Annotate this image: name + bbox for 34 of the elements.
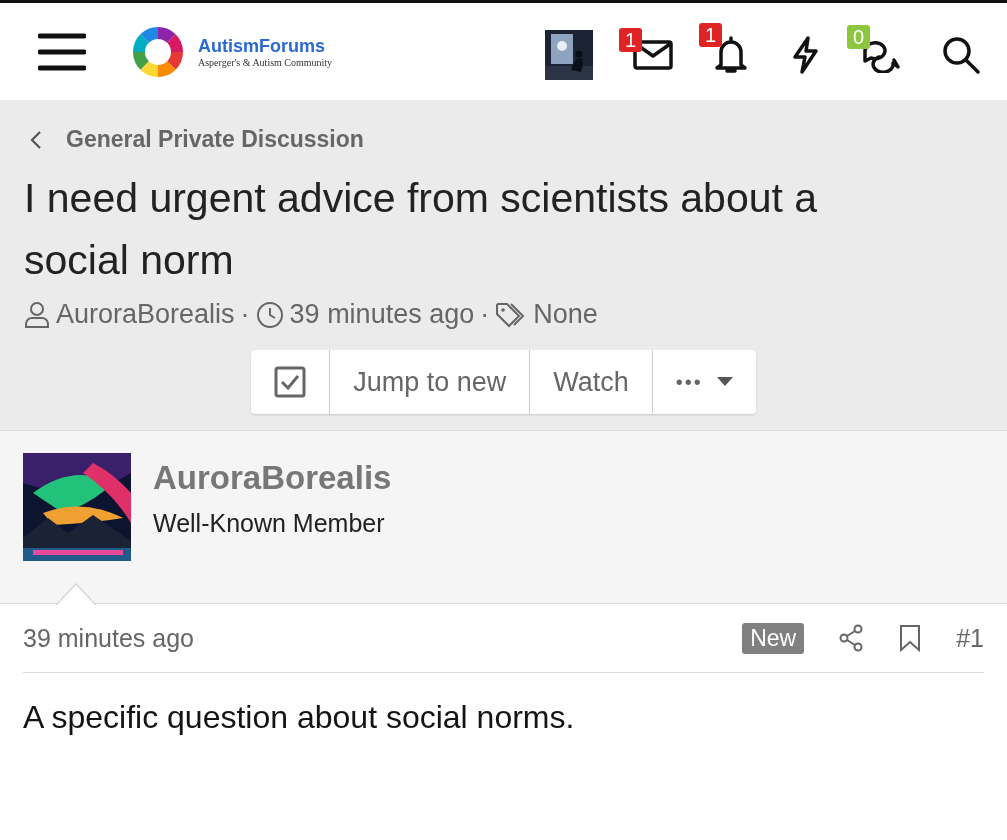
post-text: A specific question about social norms. (23, 699, 576, 736)
toolbar-button[interactable]: Watch (530, 350, 653, 414)
thread-tags: None (533, 299, 598, 330)
more-button[interactable]: ••• (652, 350, 756, 414)
count-badge: 0 (847, 24, 871, 49)
site-tagline: Asperger's & Autism Community (198, 56, 333, 68)
separator: · (480, 299, 490, 330)
menu-icon[interactable] (38, 31, 86, 72)
caret-down-icon (716, 377, 733, 387)
site-name[interactable]: AutismForums (198, 35, 333, 57)
envelope-icon[interactable] (633, 39, 673, 70)
thread-time[interactable]: 39 minutes ago (289, 299, 475, 330)
username-link[interactable]: AuroraBorealis (153, 459, 392, 497)
count-badge: 1 (699, 22, 723, 47)
user-title: Well-Known Member (153, 509, 386, 538)
author-link[interactable]: AuroraBorealis (56, 299, 235, 330)
user-icon (24, 300, 50, 329)
count-badge: 1 (619, 27, 643, 52)
bookmark-icon[interactable] (898, 624, 923, 652)
thread-title: I need urgent advice from scientists about a social norm (24, 174, 819, 285)
bell-icon[interactable] (713, 34, 749, 75)
new-badge: New (742, 622, 805, 654)
select-button[interactable] (251, 350, 331, 414)
search-icon[interactable] (941, 34, 981, 75)
checkbox-icon (274, 366, 307, 398)
breadcrumb-link[interactable]: General Private Discussion (66, 126, 364, 153)
post-number-link[interactable]: #1 (956, 623, 984, 653)
toolbar-button[interactable]: Jump to new (330, 350, 531, 414)
post-time[interactable]: 39 minutes ago (23, 623, 194, 653)
share-icon[interactable] (838, 624, 865, 652)
chevron-left-icon[interactable] (30, 129, 42, 150)
clock-icon (255, 300, 284, 329)
ring-logo-icon[interactable] (132, 25, 184, 78)
separator: · (240, 299, 250, 330)
